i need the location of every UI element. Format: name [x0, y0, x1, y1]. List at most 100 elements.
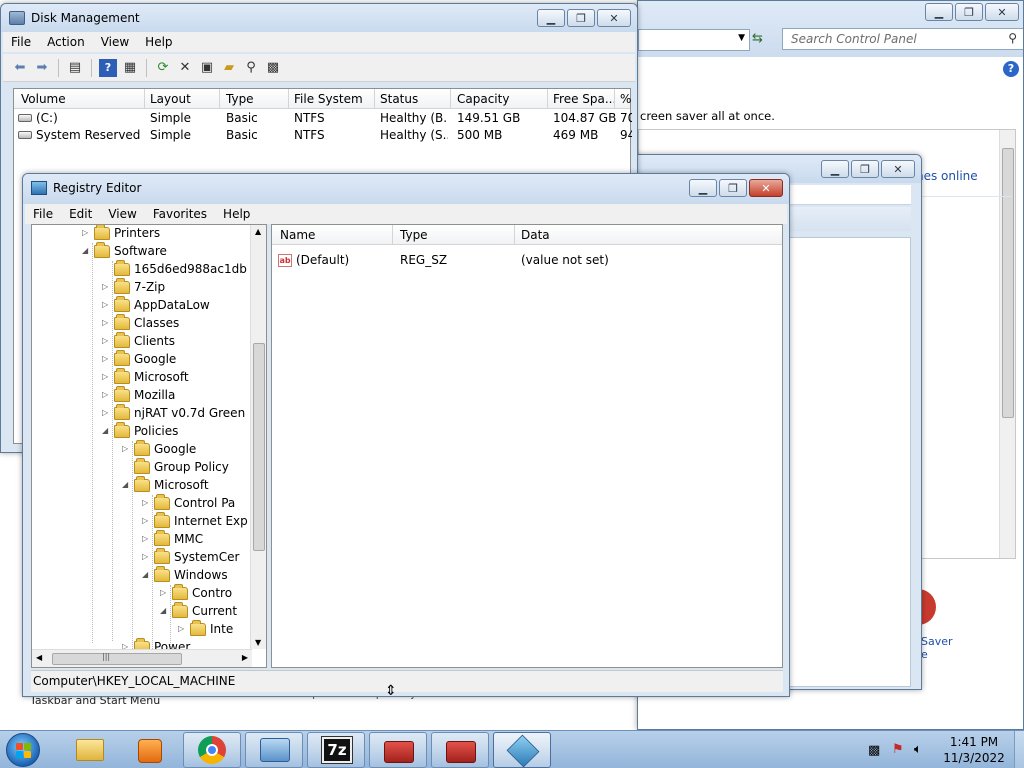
taskbar-toolbox-app-2[interactable]: [431, 732, 489, 768]
back-arrow-icon[interactable]: ⬅: [11, 59, 29, 77]
minimize-button[interactable]: ▁: [689, 179, 717, 197]
column-layout[interactable]: Layout: [150, 92, 191, 106]
expander-icon[interactable]: ◢: [82, 246, 92, 255]
maximize-button[interactable]: ❐: [955, 3, 983, 21]
expander-icon[interactable]: ▷: [122, 444, 132, 453]
expander-icon[interactable]: ▷: [102, 336, 112, 345]
menu-edit[interactable]: Edit: [61, 207, 100, 221]
open-folder-icon[interactable]: ▰: [220, 59, 238, 77]
taskbar-media-player[interactable]: [120, 732, 178, 768]
column-free-space[interactable]: Free Spa...: [553, 92, 616, 106]
expander-icon[interactable]: ▷: [102, 390, 112, 399]
scroll-thumb[interactable]: [52, 653, 182, 665]
scroll-right-arrow-icon[interactable]: ▶: [242, 653, 248, 662]
properties-icon[interactable]: ▦: [121, 59, 139, 77]
registry-value-row[interactable]: ab (Default) REG_SZ (value not set): [272, 252, 782, 269]
expander-icon[interactable]: ▷: [102, 318, 112, 327]
expander-icon[interactable]: ▷: [102, 354, 112, 363]
column-percent-free[interactable]: %: [620, 92, 631, 106]
menu-help[interactable]: Help: [137, 35, 180, 49]
expander-icon[interactable]: ▷: [178, 624, 188, 633]
expander-icon[interactable]: ▷: [142, 534, 152, 543]
column-volume[interactable]: Volume: [21, 92, 66, 106]
maximize-button[interactable]: ❐: [851, 160, 879, 178]
menu-action[interactable]: Action: [39, 35, 93, 49]
close-button[interactable]: ✕: [749, 179, 783, 197]
refresh-icon[interactable]: ⟳: [154, 59, 172, 77]
expander-icon[interactable]: ◢: [160, 606, 170, 615]
expander-icon[interactable]: ◢: [102, 426, 112, 435]
show-desktop-button[interactable]: [1014, 731, 1024, 768]
action-center-flag-icon[interactable]: ⚑: [892, 742, 904, 757]
tree-horizontal-scrollbar[interactable]: ◀ ||| ▶: [32, 649, 252, 667]
forward-arrow-icon[interactable]: ➡: [33, 59, 51, 77]
expander-icon[interactable]: ▷: [142, 516, 152, 525]
maximize-button[interactable]: ❐: [567, 9, 595, 27]
expander-icon[interactable]: ◢: [142, 570, 152, 579]
search-input[interactable]: Search Control Panel ⚲: [782, 28, 1023, 50]
menu-favorites[interactable]: Favorites: [145, 207, 215, 221]
close-button[interactable]: ✕: [985, 3, 1019, 21]
check-disk-icon[interactable]: ▣: [198, 59, 216, 77]
scroll-left-arrow-icon[interactable]: ◀: [36, 653, 42, 662]
menu-view[interactable]: View: [93, 35, 137, 49]
volume-icon[interactable]: 🔈︎: [914, 742, 922, 757]
search-icon[interactable]: ⚲: [1008, 31, 1017, 45]
registry-editor-titlebar[interactable]: Registry Editor ▁ ❐ ✕: [23, 174, 789, 204]
taskbar-computer-management[interactable]: [245, 732, 303, 768]
table-row[interactable]: (C:) Simple Basic NTFS Healthy (B... 149…: [14, 110, 632, 127]
maximize-button[interactable]: ❐: [719, 179, 747, 197]
expander-icon[interactable]: ▷: [142, 498, 152, 507]
close-button[interactable]: ✕: [881, 160, 915, 178]
console-tree-icon[interactable]: ▤: [66, 59, 84, 77]
expander-icon[interactable]: ▷: [102, 408, 112, 417]
table-row[interactable]: System Reserved Simple Basic NTFS Health…: [14, 127, 632, 144]
menu-help[interactable]: Help: [215, 207, 258, 221]
delete-icon[interactable]: ✕: [176, 59, 194, 77]
rescan-icon[interactable]: ▩: [264, 59, 282, 77]
expander-icon[interactable]: ▷: [102, 300, 112, 309]
menu-view[interactable]: View: [100, 207, 144, 221]
scroll-up-arrow-icon[interactable]: ▲: [255, 227, 261, 236]
taskbar-7zip[interactable]: 7z: [307, 732, 365, 768]
expander-icon[interactable]: ◢: [122, 480, 132, 489]
disk-management-titlebar[interactable]: Disk Management ▁ ❐ ✕: [1, 4, 637, 32]
help-icon[interactable]: ?: [1003, 61, 1019, 77]
taskbar-registry-editor[interactable]: [493, 732, 551, 768]
column-data[interactable]: Data: [521, 228, 550, 242]
network-icon[interactable]: ▩: [868, 743, 880, 758]
help-icon[interactable]: ?: [99, 58, 117, 77]
tree-vertical-scrollbar[interactable]: ▲ ▼: [250, 225, 266, 649]
expander-icon[interactable]: ▷: [102, 282, 112, 291]
screen-saver-label[interactable]: Saver: [921, 635, 953, 648]
close-button[interactable]: ✕: [597, 9, 631, 27]
column-name[interactable]: Name: [280, 228, 315, 242]
taskbar-toolbox-app-1[interactable]: [369, 732, 427, 768]
refresh-icon[interactable]: ⇆: [752, 31, 763, 46]
column-type[interactable]: Type: [226, 92, 254, 106]
expander-icon[interactable]: ▷: [142, 552, 152, 561]
online-link[interactable]: nes online: [916, 169, 978, 183]
column-file-system[interactable]: File System: [294, 92, 363, 106]
column-type[interactable]: Type: [400, 228, 428, 242]
scroll-thumb[interactable]: [253, 343, 265, 551]
vertical-scrollbar[interactable]: [999, 130, 1015, 558]
search-icon[interactable]: ⚲: [242, 59, 260, 77]
minimize-button[interactable]: ▁: [821, 160, 849, 178]
scroll-down-arrow-icon[interactable]: ▼: [255, 638, 261, 647]
minimize-button[interactable]: ▁: [925, 3, 953, 21]
column-capacity[interactable]: Capacity: [457, 92, 509, 106]
menu-file[interactable]: File: [3, 35, 39, 49]
chevron-down-icon[interactable]: ▼: [738, 33, 745, 43]
start-button[interactable]: [6, 733, 40, 767]
expander-icon[interactable]: ▷: [82, 228, 92, 237]
minimize-button[interactable]: ▁: [537, 9, 565, 27]
clock[interactable]: 1:41 PM 11/3/2022: [934, 734, 1014, 766]
expander-icon[interactable]: ▷: [160, 588, 170, 597]
expander-icon[interactable]: ▷: [102, 372, 112, 381]
menu-file[interactable]: File: [25, 207, 61, 221]
column-status[interactable]: Status: [380, 92, 418, 106]
address-bar[interactable]: ▼: [638, 29, 750, 51]
taskbar-chrome[interactable]: [183, 732, 241, 768]
taskbar-explorer[interactable]: [60, 732, 118, 768]
